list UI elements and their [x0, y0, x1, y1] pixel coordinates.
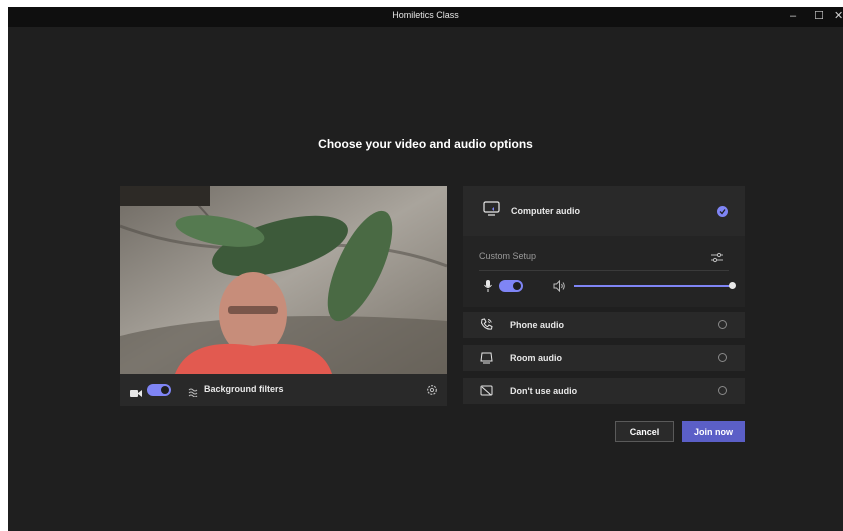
maximize-button[interactable]: ☐: [811, 9, 827, 23]
speaker-volume-slider[interactable]: [574, 285, 732, 287]
phone-icon: [480, 318, 493, 336]
page-heading: Choose your video and audio options: [318, 137, 533, 151]
no-audio-icon: [480, 384, 493, 402]
phone-audio-label: Phone audio: [510, 320, 564, 330]
phone-audio-radio[interactable]: [718, 320, 727, 329]
video-preview: [120, 186, 447, 374]
computer-audio-icon: [483, 201, 500, 221]
room-audio-label: Room audio: [510, 353, 562, 363]
background-filters-icon: [188, 384, 199, 402]
room-audio-option[interactable]: Room audio: [463, 345, 745, 371]
room-audio-radio[interactable]: [718, 353, 727, 362]
custom-setup-label: Custom Setup: [479, 251, 537, 261]
camera-toggle[interactable]: [147, 384, 171, 396]
no-audio-label: Don't use audio: [510, 386, 578, 396]
background-filters-button[interactable]: Background filters: [204, 384, 284, 394]
join-now-button[interactable]: Join now: [682, 421, 745, 442]
speaker-icon: [553, 279, 566, 297]
device-settings-icon[interactable]: [711, 250, 723, 268]
microphone-icon: [484, 279, 492, 297]
video-controls-bar: Background filters: [120, 374, 447, 406]
no-audio-option[interactable]: Don't use audio: [463, 378, 745, 404]
selected-check-icon: [717, 206, 728, 217]
title-bar: Homiletics Class – ☐ ✕: [8, 7, 843, 27]
teams-window: Homiletics Class – ☐ ✕ Choose your video…: [8, 7, 843, 531]
divider: [479, 270, 729, 271]
minimize-button[interactable]: –: [785, 9, 801, 23]
computer-audio-option[interactable]: Computer audio: [463, 186, 745, 236]
gear-icon[interactable]: [426, 383, 438, 401]
volume-slider-handle[interactable]: [729, 282, 736, 289]
no-audio-radio[interactable]: [718, 386, 727, 395]
window-title: Homiletics Class: [392, 10, 459, 20]
custom-setup-panel: Custom Setup: [463, 236, 745, 307]
cancel-button[interactable]: Cancel: [615, 421, 674, 442]
computer-audio-label: Computer audio: [511, 206, 580, 216]
close-button[interactable]: ✕: [834, 9, 843, 23]
video-camera-icon: [130, 385, 142, 403]
room-device-icon: [480, 351, 493, 369]
phone-audio-option[interactable]: Phone audio: [463, 312, 745, 338]
microphone-toggle[interactable]: [499, 280, 523, 292]
